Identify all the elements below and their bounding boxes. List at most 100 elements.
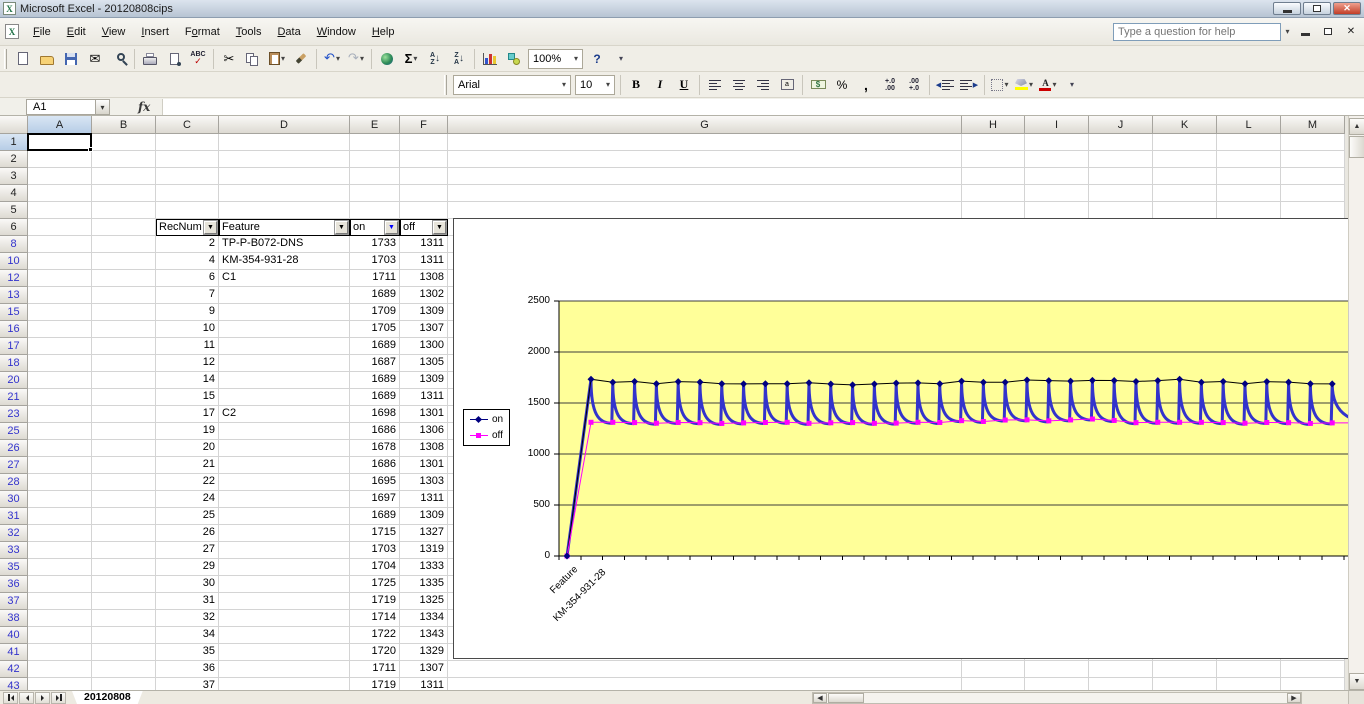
font-color-dropdown-icon[interactable]: ▾ xyxy=(1052,80,1056,89)
merge-and-center-button[interactable]: a xyxy=(775,74,799,96)
cell-F18[interactable]: 1305 xyxy=(400,355,448,372)
cell-C35[interactable]: 29 xyxy=(156,559,219,576)
column-header-H[interactable]: H xyxy=(962,116,1025,134)
column-header-G[interactable]: G xyxy=(448,116,962,134)
cell-E12[interactable]: 1711 xyxy=(350,270,400,287)
cell-D36[interactable] xyxy=(219,576,350,593)
cell-L5[interactable] xyxy=(1217,202,1281,219)
cell-L1[interactable] xyxy=(1217,134,1281,151)
cell-F28[interactable]: 1303 xyxy=(400,474,448,491)
cell-F36[interactable]: 1335 xyxy=(400,576,448,593)
cell-L3[interactable] xyxy=(1217,168,1281,185)
cell-D30[interactable] xyxy=(219,491,350,508)
cell-B18[interactable] xyxy=(92,355,156,372)
cell-C20[interactable]: 14 xyxy=(156,372,219,389)
autosum-dropdown-icon[interactable]: ▾ xyxy=(413,54,417,63)
cell-C18[interactable]: 12 xyxy=(156,355,219,372)
cell-C33[interactable]: 27 xyxy=(156,542,219,559)
cell-C5[interactable] xyxy=(156,202,219,219)
cell-C27[interactable]: 21 xyxy=(156,457,219,474)
currency-style-button[interactable]: $ xyxy=(806,74,830,96)
last-sheet-button[interactable] xyxy=(51,692,66,704)
cell-B10[interactable] xyxy=(92,253,156,270)
cell-F15[interactable]: 1309 xyxy=(400,304,448,321)
active-cell-selection[interactable] xyxy=(27,133,92,151)
column-header-A[interactable]: A xyxy=(28,116,92,134)
decrease-indent-button[interactable]: ◀ xyxy=(933,74,957,96)
paste-dropdown-icon[interactable]: ▾ xyxy=(281,54,285,63)
cell-B17[interactable] xyxy=(92,338,156,355)
previous-sheet-button[interactable] xyxy=(19,692,34,704)
close-button[interactable]: ✕ xyxy=(1333,2,1361,15)
cell-C21[interactable]: 15 xyxy=(156,389,219,406)
cell-D17[interactable] xyxy=(219,338,350,355)
cell-K3[interactable] xyxy=(1153,168,1217,185)
toolbar-options-button[interactable]: ▾ xyxy=(609,48,633,70)
row-header-23[interactable]: 23 xyxy=(0,406,28,423)
cell-B6[interactable] xyxy=(92,219,156,236)
cell-C1[interactable] xyxy=(156,134,219,151)
cell-E31[interactable]: 1689 xyxy=(350,508,400,525)
cell-E32[interactable]: 1715 xyxy=(350,525,400,542)
name-box[interactable]: A1 xyxy=(26,99,96,115)
cell-A27[interactable] xyxy=(28,457,92,474)
cell-B20[interactable] xyxy=(92,372,156,389)
cell-D33[interactable] xyxy=(219,542,350,559)
cell-D6[interactable]: Feature▼ xyxy=(219,219,350,236)
cell-F4[interactable] xyxy=(400,185,448,202)
toolbar-grip-icon[interactable] xyxy=(4,49,7,69)
column-header-C[interactable]: C xyxy=(156,116,219,134)
comma-style-button[interactable]: , xyxy=(854,74,878,96)
row-header-6[interactable]: 6 xyxy=(0,219,28,236)
cell-F40[interactable]: 1343 xyxy=(400,627,448,644)
cell-A31[interactable] xyxy=(28,508,92,525)
cut-button[interactable]: ✂ xyxy=(217,48,241,70)
cell-A26[interactable] xyxy=(28,440,92,457)
row-header-42[interactable]: 42 xyxy=(0,661,28,678)
cell-D2[interactable] xyxy=(219,151,350,168)
cell-B43[interactable] xyxy=(92,678,156,690)
cell-H42[interactable] xyxy=(962,661,1025,678)
column-header-E[interactable]: E xyxy=(350,116,400,134)
cell-H3[interactable] xyxy=(962,168,1025,185)
autosum-button[interactable]: Σ▾ xyxy=(399,48,423,70)
cell-G2[interactable] xyxy=(448,151,962,168)
open-button[interactable] xyxy=(35,48,59,70)
embedded-chart[interactable]: 05001000150020002500FeatureKM-354-931-28… xyxy=(453,218,1348,659)
cell-D1[interactable] xyxy=(219,134,350,151)
cell-G5[interactable] xyxy=(448,202,962,219)
cell-D21[interactable] xyxy=(219,389,350,406)
cell-B31[interactable] xyxy=(92,508,156,525)
cell-F8[interactable]: 1311 xyxy=(400,236,448,253)
cell-F23[interactable]: 1301 xyxy=(400,406,448,423)
cell-G1[interactable] xyxy=(448,134,962,151)
italic-button[interactable]: I xyxy=(648,74,672,96)
cell-I5[interactable] xyxy=(1025,202,1089,219)
menu-format[interactable]: Format xyxy=(177,23,228,41)
cell-F31[interactable]: 1309 xyxy=(400,508,448,525)
decrease-decimal-button[interactable]: .00+.0 xyxy=(902,74,926,96)
cell-G3[interactable] xyxy=(448,168,962,185)
spelling-button[interactable]: ABC✓ xyxy=(186,48,210,70)
cell-C43[interactable]: 37 xyxy=(156,678,219,690)
search-button[interactable] xyxy=(107,48,131,70)
cell-B26[interactable] xyxy=(92,440,156,457)
cell-C28[interactable]: 22 xyxy=(156,474,219,491)
increase-decimal-button[interactable]: +.0.00 xyxy=(878,74,902,96)
cell-K43[interactable] xyxy=(1153,678,1217,690)
cell-I1[interactable] xyxy=(1025,134,1089,151)
cell-D3[interactable] xyxy=(219,168,350,185)
cell-E6[interactable]: on▼ xyxy=(350,219,400,236)
menu-insert[interactable]: Insert xyxy=(133,23,177,41)
row-header-2[interactable]: 2 xyxy=(0,151,28,168)
column-header-K[interactable]: K xyxy=(1153,116,1217,134)
undo-dropdown-icon[interactable]: ▾ xyxy=(336,54,340,63)
cell-B36[interactable] xyxy=(92,576,156,593)
formula-input[interactable] xyxy=(162,99,1364,115)
cell-C30[interactable]: 24 xyxy=(156,491,219,508)
cell-F25[interactable]: 1306 xyxy=(400,423,448,440)
cell-C31[interactable]: 25 xyxy=(156,508,219,525)
bold-button[interactable]: B xyxy=(624,74,648,96)
print-preview-button[interactable] xyxy=(162,48,186,70)
cell-C38[interactable]: 32 xyxy=(156,610,219,627)
